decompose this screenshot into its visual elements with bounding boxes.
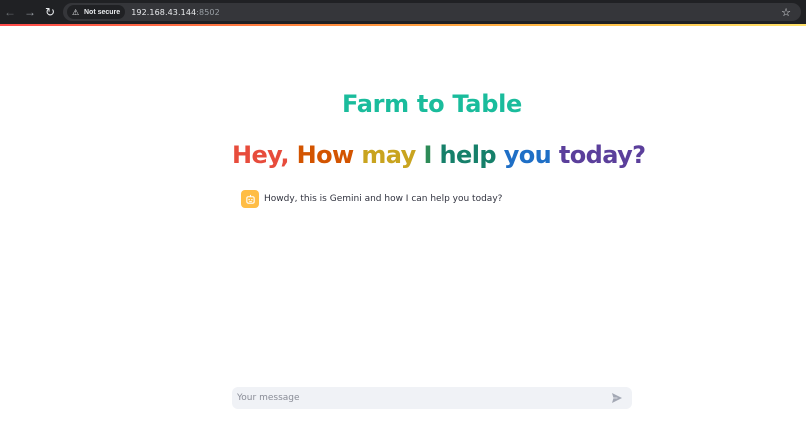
headline-word: I <box>423 141 432 169</box>
robot-icon <box>241 190 259 208</box>
assistant-message-text: Howdy, this is Gemini and how I can help… <box>264 194 503 204</box>
page-title: Farm to Table <box>342 90 522 118</box>
url-text[interactable]: 192.168.43.144:8502 <box>131 8 220 17</box>
url-host: 192.168.43.144 <box>131 7 197 17</box>
headline-word: help <box>439 141 497 169</box>
browser-toolbar: ← → ↻ ⚠ Not secure 192.168.43.144:8502 ☆ <box>0 0 806 24</box>
chat-input-container <box>232 387 632 409</box>
headline-word: Hey, <box>232 141 289 169</box>
star-icon: ☆ <box>781 6 791 19</box>
security-indicator[interactable]: ⚠ Not secure <box>67 5 126 19</box>
bookmark-button[interactable]: ☆ <box>781 3 791 21</box>
arrow-right-icon: → <box>24 5 36 19</box>
url-port: :8502 <box>196 7 220 17</box>
headline-word: How <box>296 141 355 169</box>
greeting-headline: Hey, How may I help you today? <box>232 141 646 169</box>
back-button[interactable]: ← <box>0 0 20 24</box>
app-decoration-bar <box>0 24 806 26</box>
reload-button[interactable]: ↻ <box>40 0 60 24</box>
address-bar[interactable]: ⚠ Not secure 192.168.43.144:8502 ☆ <box>63 3 801 21</box>
warning-icon: ⚠ <box>72 7 80 17</box>
arrow-left-icon: ← <box>4 5 16 19</box>
reload-icon: ↻ <box>44 5 56 19</box>
headline-word: today? <box>558 141 646 169</box>
send-icon <box>612 393 622 403</box>
chat-input[interactable] <box>232 387 607 409</box>
forward-button[interactable]: → <box>20 0 40 24</box>
security-label: Not secure <box>84 8 121 16</box>
assistant-message: Howdy, this is Gemini and how I can help… <box>241 190 502 208</box>
headline-word: you <box>503 141 552 169</box>
send-button[interactable] <box>607 387 627 409</box>
headline-word: may <box>361 141 416 169</box>
